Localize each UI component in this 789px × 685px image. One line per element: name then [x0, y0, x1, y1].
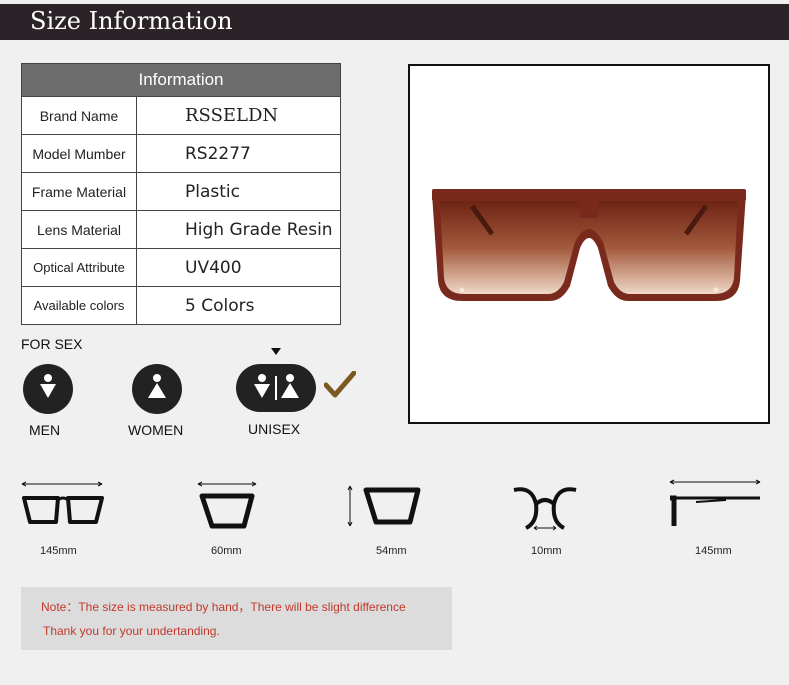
- table-row: Brand Name RSSELDN: [22, 96, 340, 134]
- row-value: UV400: [185, 257, 242, 278]
- table-row: Frame Material Plastic: [22, 172, 340, 210]
- row-label: Available colors: [22, 287, 137, 324]
- table-row: Optical Attribute UV400: [22, 248, 340, 286]
- table-row: Available colors 5 Colors: [22, 286, 340, 324]
- lens-width-icon: [21, 481, 104, 524]
- row-value: High Grade Resin: [185, 219, 333, 240]
- row-label: Frame Material: [22, 173, 137, 210]
- for-sex-heading: FOR SEX: [21, 336, 83, 352]
- row-label: Brand Name: [22, 97, 137, 134]
- note-line-1: Note：The size is measured by hand，There …: [41, 600, 406, 614]
- info-table: Information Brand Name RSSELDN Model Mum…: [21, 63, 341, 325]
- row-label: Model Mumber: [22, 135, 137, 172]
- sex-label-men: MEN: [29, 422, 61, 438]
- row-label: Lens Material: [22, 211, 137, 248]
- lens-height-icon: [347, 485, 421, 527]
- row-value: 5 Colors: [185, 295, 255, 316]
- sex-label-women: WOMEN: [128, 422, 184, 438]
- unisex-icon: [236, 364, 316, 412]
- temple-length-icon: [669, 479, 761, 526]
- table-row: Lens Material High Grade Resin: [22, 210, 340, 248]
- note-line-2: Thank you for your undertanding.: [43, 624, 220, 638]
- info-table-heading: Information: [22, 64, 340, 96]
- checkmark-icon: [324, 371, 356, 398]
- note-box: Note：The size is measured by hand，There …: [21, 587, 452, 650]
- measurement-label: 145mm: [695, 545, 732, 557]
- measurement-label: 54mm: [376, 545, 407, 557]
- bridge-width-icon: [513, 487, 577, 531]
- row-label: Optical Attribute: [22, 249, 137, 286]
- measurement-label: 145mm: [40, 545, 77, 557]
- product-photo: [408, 64, 770, 424]
- row-value: RS2277: [185, 143, 251, 164]
- sex-label-unisex: UNISEX: [248, 421, 301, 437]
- measurement-label: 10mm: [531, 545, 562, 557]
- lens-width-icon: [197, 481, 257, 529]
- male-icon: [23, 364, 73, 414]
- measurement-label: 60mm: [211, 545, 242, 557]
- page-title: Size Information: [30, 7, 233, 35]
- selected-marker-icon: [271, 348, 281, 355]
- row-value: Plastic: [185, 181, 240, 202]
- table-row: Model Mumber RS2277: [22, 134, 340, 172]
- row-value: RSSELDN: [185, 105, 279, 126]
- sunglasses-image: [432, 189, 746, 301]
- header-bar: Size Information: [0, 4, 789, 40]
- female-icon: [132, 364, 182, 414]
